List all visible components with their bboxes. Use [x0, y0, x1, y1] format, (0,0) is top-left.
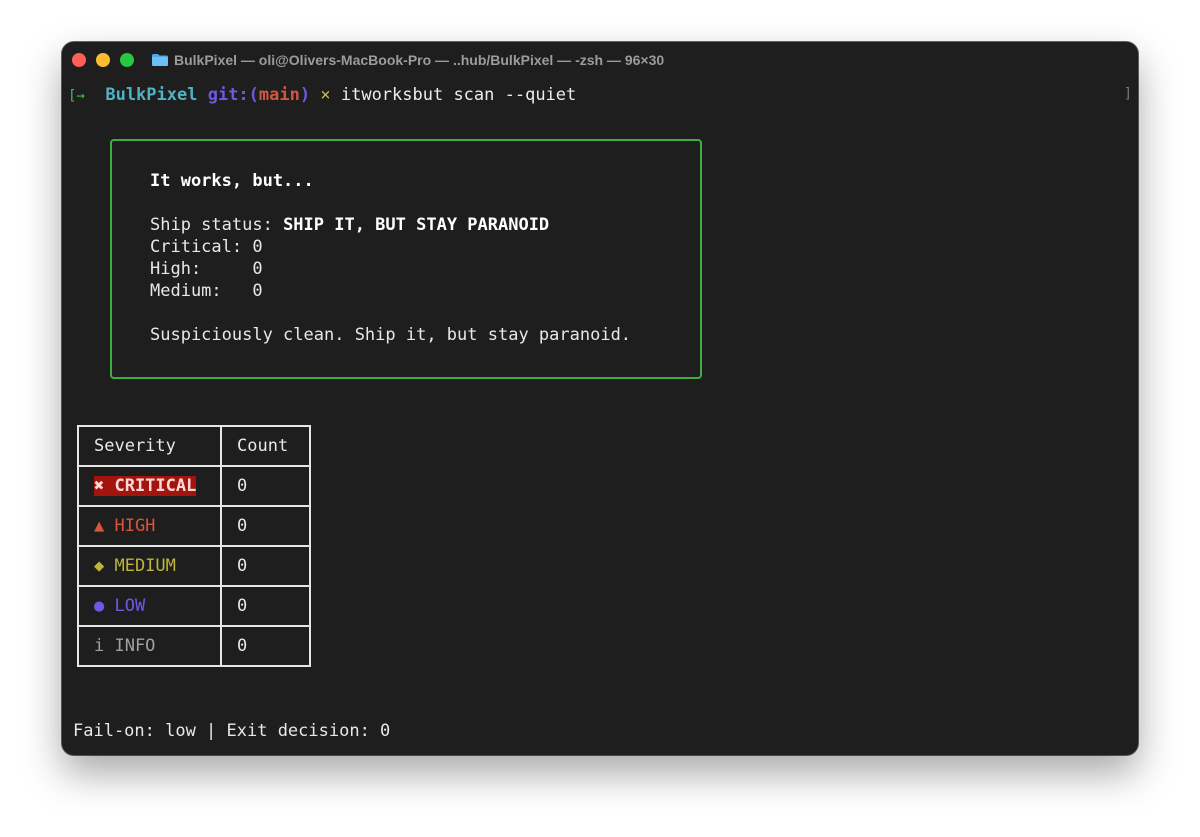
- window-title: BulkPixel — oli@Olivers-MacBook-Pro — ..…: [152, 51, 664, 69]
- table-row: ✖ CRITICAL 0: [77, 465, 311, 507]
- prompt-branch: main: [258, 85, 300, 105]
- title-bar[interactable]: BulkPixel — oli@Olivers-MacBook-Pro — ..…: [62, 42, 1138, 78]
- minimize-button[interactable]: [96, 53, 110, 67]
- medium-line: Medium: 0: [150, 281, 263, 301]
- table-row: i INFO 0: [77, 625, 311, 667]
- critical-line: Critical: 0: [150, 237, 263, 257]
- panel-heading: It works, but...: [150, 171, 314, 191]
- severity-cell: ✖ CRITICAL: [77, 465, 222, 507]
- prompt-git-label: git:(: [207, 85, 259, 105]
- folder-icon: [152, 54, 168, 66]
- table-row: ◆ MEDIUM 0: [77, 545, 311, 587]
- header-count: Count: [220, 425, 311, 467]
- close-button[interactable]: [72, 53, 86, 67]
- ship-status-label: Ship status:: [150, 215, 284, 235]
- ship-status-line: Ship status: SHIP IT, BUT STAY PARANOID: [150, 214, 549, 236]
- prompt-right-bracket: ]: [1123, 86, 1132, 102]
- severity-high-label: ▲ HIGH: [77, 505, 222, 547]
- header-severity: Severity: [77, 425, 222, 467]
- count-cell: 0: [220, 465, 311, 507]
- window-title-text: BulkPixel — oli@Olivers-MacBook-Pro — ..…: [174, 52, 665, 68]
- prompt-arrow: [→: [68, 88, 85, 104]
- exit-summary-line: Fail-on: low | Exit decision: 0: [73, 721, 391, 741]
- prompt-dirty-mark: ×: [320, 85, 331, 105]
- count-cell: 0: [220, 585, 311, 627]
- prompt-directory: BulkPixel: [105, 85, 198, 105]
- severity-medium-label: ◆ MEDIUM: [77, 545, 222, 587]
- count-cell: 0: [220, 505, 311, 547]
- ship-status-value: SHIP IT, BUT STAY PARANOID: [283, 215, 550, 235]
- severity-low-label: ● LOW: [77, 585, 222, 627]
- count-cell: 0: [220, 545, 311, 587]
- table-row: ▲ HIGH 0: [77, 505, 311, 547]
- table-row: ● LOW 0: [77, 585, 311, 627]
- severity-info-label: i INFO: [77, 625, 222, 667]
- shell-prompt: [→ BulkPixel git:(main) × itworksbut sca…: [68, 84, 576, 106]
- zoom-button[interactable]: [120, 53, 134, 67]
- prompt-command[interactable]: itworksbut scan --quiet: [341, 85, 576, 105]
- count-cell: 0: [220, 625, 311, 667]
- terminal-window: BulkPixel — oli@Olivers-MacBook-Pro — ..…: [62, 42, 1138, 755]
- severity-table: Severity Count ✖ CRITICAL 0 ▲ HIGH 0 ◆ M…: [77, 425, 311, 667]
- severity-critical-label: ✖ CRITICAL: [94, 476, 197, 496]
- table-header-row: Severity Count: [77, 425, 311, 467]
- prompt-git-close: ): [299, 85, 311, 105]
- panel-message: Suspiciously clean. Ship it, but stay pa…: [150, 325, 632, 345]
- summary-panel: It works, but... Ship status: SHIP IT, B…: [110, 139, 702, 379]
- high-line: High: 0: [150, 259, 263, 279]
